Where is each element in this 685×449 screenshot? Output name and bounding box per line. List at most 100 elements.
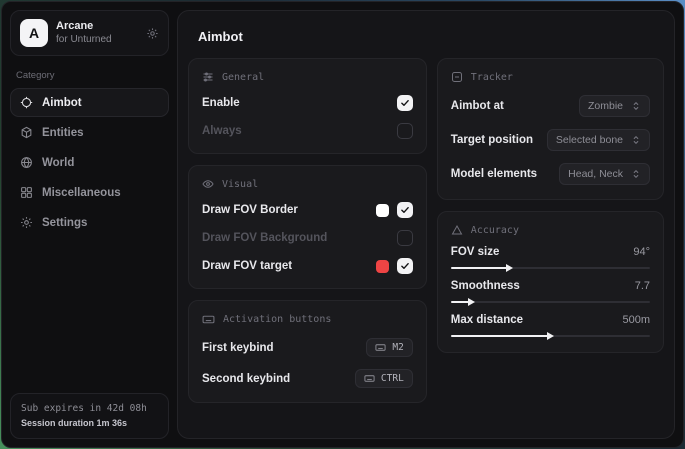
activation-card: Activation buttons First keybind M2 Seco… — [188, 300, 427, 403]
sub-expiry-text: Sub expires in 42d 08h — [21, 402, 158, 416]
sidebar: A Arcane for Unturned Category A — [2, 2, 177, 447]
max-distance-slider[interactable] — [451, 335, 650, 337]
keyboard-icon — [202, 313, 215, 326]
section-title: Activation buttons — [223, 314, 331, 325]
session-duration-text: Session duration 1m 36s — [21, 417, 158, 431]
dropdown-value: Head, Neck — [568, 168, 623, 180]
dropdown-value: Selected bone — [556, 134, 623, 146]
section-title: Tracker — [471, 72, 513, 83]
miscellaneous-icon — [20, 186, 33, 199]
max-distance-slider-group: Max distance 500m — [451, 310, 650, 344]
section-title: General — [222, 72, 264, 83]
tracker-card: Tracker Aimbot at Zombie Target position — [437, 58, 664, 200]
brand-text: Arcane for Unturned — [56, 20, 138, 46]
row-model-elements: Model elements Head, Neck — [451, 157, 650, 191]
sidebar-item-label: Aimbot — [42, 97, 82, 109]
row-label: Always — [202, 125, 242, 137]
sidebar-item-label: Miscellaneous — [42, 187, 121, 199]
always-checkbox[interactable] — [397, 123, 413, 139]
enable-checkbox[interactable] — [397, 95, 413, 111]
row-label: Draw FOV Background — [202, 232, 327, 244]
fov-border-color-swatch[interactable] — [376, 204, 389, 217]
fov-background-checkbox[interactable] — [397, 230, 413, 246]
main-panel: Aimbot General Enable — [177, 10, 675, 439]
slider-value: 7.7 — [635, 280, 650, 292]
row-label: Target position — [451, 134, 533, 146]
slider-value: 500m — [622, 314, 650, 326]
visual-card: Visual Draw FOV Border Draw FOV Backgrou… — [188, 165, 427, 289]
eye-icon — [202, 178, 214, 190]
row-enable: Enable — [202, 89, 413, 117]
keyboard-icon — [375, 342, 386, 353]
second-keybind-button[interactable]: CTRL — [355, 369, 413, 388]
slider-label: Smoothness — [451, 280, 520, 292]
slider-fill — [451, 335, 551, 337]
model-elements-dropdown[interactable]: Head, Neck — [559, 163, 650, 185]
row-second-keybind: Second keybind CTRL — [202, 363, 413, 394]
app-window: A Arcane for Unturned Category A — [1, 1, 684, 448]
sidebar-item-settings[interactable]: Settings — [10, 208, 169, 237]
slider-label: FOV size — [451, 246, 500, 258]
slider-label: Max distance — [451, 314, 523, 326]
fov-target-color-swatch[interactable] — [376, 260, 389, 273]
sidebar-item-world[interactable]: World — [10, 148, 169, 177]
row-label: Second keybind — [202, 373, 290, 385]
subscription-status-card: Sub expires in 42d 08h Session duration … — [10, 393, 169, 439]
fov-border-checkbox[interactable] — [397, 202, 413, 218]
section-title: Accuracy — [471, 225, 519, 236]
gear-icon[interactable] — [146, 27, 159, 40]
slider-fill — [451, 267, 509, 269]
sidebar-item-entities[interactable]: Entities — [10, 118, 169, 147]
tracker-icon — [451, 71, 463, 83]
row-label: Aimbot at — [451, 100, 504, 112]
row-label: Draw FOV Border — [202, 204, 298, 216]
entities-icon — [20, 126, 33, 139]
world-icon — [20, 156, 33, 169]
brand-card: A Arcane for Unturned — [10, 10, 169, 56]
brand-logo: A — [20, 19, 48, 47]
sidebar-item-label: World — [42, 157, 74, 169]
sliders-icon — [202, 71, 214, 83]
slider-thumb[interactable] — [547, 332, 554, 340]
chevron-up-down-icon — [631, 135, 641, 145]
crosshair-icon — [20, 96, 33, 109]
row-fov-background: Draw FOV Background — [202, 224, 413, 252]
chevron-up-down-icon — [631, 101, 641, 111]
row-label: Enable — [202, 97, 240, 109]
first-keybind-button[interactable]: M2 — [366, 338, 412, 357]
settings-icon — [20, 216, 33, 229]
triangle-icon — [451, 224, 463, 236]
accuracy-card: Accuracy FOV size 94° — [437, 211, 664, 353]
target-position-dropdown[interactable]: Selected bone — [547, 129, 650, 151]
smoothness-slider[interactable] — [451, 301, 650, 303]
sidebar-item-label: Settings — [42, 217, 87, 229]
sidebar-item-label: Entities — [42, 127, 84, 139]
sidebar-nav: Aimbot Entities World — [10, 88, 169, 237]
slider-thumb[interactable] — [468, 298, 475, 306]
slider-value: 94° — [633, 246, 650, 258]
row-target-position: Target position Selected bone — [451, 123, 650, 157]
fov-size-slider-group: FOV size 94° — [451, 242, 650, 276]
row-label: Draw FOV target — [202, 260, 292, 272]
aimbot-at-dropdown[interactable]: Zombie — [579, 95, 650, 117]
brand-name: Arcane — [56, 20, 138, 34]
keybind-value: M2 — [392, 342, 403, 353]
row-aimbot-at: Aimbot at Zombie — [451, 89, 650, 123]
keybind-value: CTRL — [381, 373, 404, 384]
row-fov-border: Draw FOV Border — [202, 196, 413, 224]
brand-subtitle: for Unturned — [56, 34, 138, 47]
category-label: Category — [16, 70, 165, 81]
fov-size-slider[interactable] — [451, 267, 650, 269]
fov-target-checkbox[interactable] — [397, 258, 413, 274]
chevron-up-down-icon — [631, 169, 641, 179]
sidebar-item-miscellaneous[interactable]: Miscellaneous — [10, 178, 169, 207]
keyboard-icon — [364, 373, 375, 384]
row-first-keybind: First keybind M2 — [202, 332, 413, 363]
smoothness-slider-group: Smoothness 7.7 — [451, 276, 650, 310]
slider-thumb[interactable] — [506, 264, 513, 272]
row-fov-target: Draw FOV target — [202, 252, 413, 280]
page-title: Aimbot — [198, 29, 664, 44]
sidebar-item-aimbot[interactable]: Aimbot — [10, 88, 169, 117]
dropdown-value: Zombie — [588, 100, 623, 112]
row-always: Always — [202, 117, 413, 145]
